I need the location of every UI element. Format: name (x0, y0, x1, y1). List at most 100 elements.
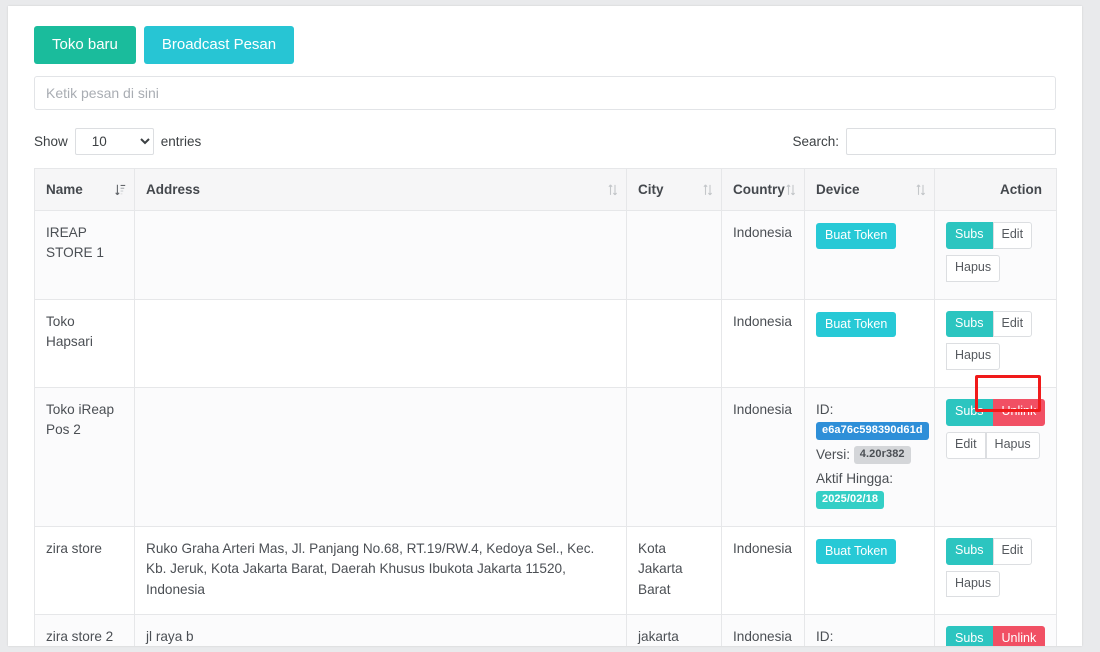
device-version-badge: 4.20r382 (853, 445, 911, 465)
device-id-line: ID: 58a7df42419e43a0 (816, 627, 923, 646)
cell-device: Buat Token (804, 210, 935, 300)
column-header-country[interactable]: Country (721, 168, 805, 211)
subs-button[interactable]: Subs (946, 310, 993, 338)
device-id-line: ID: e6a76c598390d61d (816, 400, 929, 441)
device-active-label: Aktif Hingga: (816, 471, 894, 487)
hapus-group: Hapus (946, 570, 1001, 598)
cell-device: ID: e6a76c598390d61d Versi: 4.20r382 Aktif… (804, 387, 935, 527)
subs-button[interactable]: Subs (946, 222, 993, 249)
stores-card: Toko baru Broadcast Pesan Show 102550100… (8, 6, 1082, 646)
length-control: Show 102550100 entries (34, 128, 201, 155)
cell-name: IREAP STORE 1 (34, 210, 135, 300)
table-header-row: Name Address City Country Device Action (34, 168, 1057, 211)
cell-name: zira store 2 (34, 614, 135, 646)
device-id-badge: e6a76c598390d61d (816, 421, 929, 441)
table-row: IREAP STORE 1 Indonesia Buat Token Subs Edit… (34, 210, 1057, 300)
hapus-button[interactable]: Hapus (946, 254, 1001, 282)
cell-country: Indonesia (721, 614, 805, 646)
cell-name: zira store (34, 525, 135, 616)
buat-token-button[interactable]: Buat Token (816, 538, 897, 565)
subs-unlink-group: Subs Unlink (946, 399, 1046, 426)
hapus-group: Hapus (946, 343, 1001, 370)
cell-action: Subs Edit Hapus (934, 298, 1057, 388)
sort-both-icon (703, 184, 713, 195)
table-head: Name Address City Country Device Action (34, 168, 1057, 211)
cell-device: Buat Token (804, 298, 935, 388)
cell-city (626, 210, 722, 300)
table-row: Toko iReap Pos 2 Indonesia ID: e6a76c59839… (34, 387, 1057, 527)
device-version-label: Versi: (816, 446, 854, 462)
edit-button[interactable]: Edit (946, 431, 986, 459)
hapus-button[interactable]: Hapus (946, 570, 1001, 598)
cell-device: ID: 58a7df42419e43a0Versi: 4.20r382Aktif… (804, 614, 935, 646)
subs-unlink-group: Subs Unlink (946, 626, 1046, 646)
subs-button[interactable]: Subs (946, 399, 993, 426)
device-active-line: Aktif Hingga: 2025/02/18 (816, 469, 923, 510)
search-label: Search: (792, 134, 839, 149)
cell-name: Toko iReap Pos 2 (34, 387, 135, 527)
page-length-select[interactable]: 102550100 (74, 128, 154, 155)
subs-edit-group: Subs Edit (946, 537, 1033, 565)
cell-address (134, 298, 627, 388)
table-body: IREAP STORE 1 Indonesia Buat Token Subs Edit… (34, 210, 1057, 646)
sort-both-icon (608, 184, 618, 195)
sort-both-icon (916, 184, 926, 195)
subs-button[interactable]: Subs (946, 537, 993, 565)
cell-action: SubsUnlinkEditHapus (934, 614, 1057, 646)
cell-city (626, 298, 722, 388)
subs-edit-group: Subs Edit (946, 310, 1033, 338)
top-action-bar: Toko baru Broadcast Pesan (8, 6, 1082, 64)
show-label: Show (34, 134, 68, 149)
cell-action: Subs Edit Hapus (934, 210, 1057, 300)
sort-ascending-icon (115, 184, 126, 195)
cell-address: jl raya b (134, 614, 627, 646)
column-header-name[interactable]: Name (34, 168, 135, 211)
cell-city (626, 387, 722, 527)
table-row: zira store Ruko Graha Arteri Mas, Jl. Pan… (34, 525, 1057, 616)
table-controls: Show 102550100 entries Search: (8, 110, 1082, 155)
hapus-button[interactable]: Hapus (946, 343, 1001, 370)
broadcast-message-input[interactable] (34, 76, 1056, 110)
cell-country: Indonesia (721, 210, 805, 300)
cell-action: SubsUnlinkEditHapus (934, 387, 1057, 527)
unlink-button[interactable]: Unlink (992, 626, 1046, 646)
edit-button[interactable]: Edit (992, 222, 1033, 249)
table-row: zira store 2jl raya bjakarta baratIndone… (34, 614, 1057, 646)
search-control: Search: (792, 128, 1056, 155)
search-input[interactable] (846, 128, 1056, 155)
message-input-wrapper (8, 64, 1082, 110)
buat-token-button[interactable]: Buat Token (816, 311, 897, 337)
device-active-badge: 2025/02/18 (816, 490, 885, 510)
cell-country: Indonesia (721, 387, 805, 527)
hapus-button[interactable]: Hapus (985, 431, 1040, 459)
stores-table: Name Address City Country Device Action … (34, 168, 1057, 646)
cell-device: Buat Token (804, 525, 935, 616)
cell-address: Ruko Graha Arteri Mas, Jl. Panjang No.68… (134, 525, 627, 616)
column-header-device[interactable]: Device (804, 168, 935, 211)
edit-hapus-group: Edit Hapus (946, 431, 1040, 459)
hapus-group: Hapus (946, 254, 1001, 282)
buat-token-button[interactable]: Buat Token (816, 223, 897, 249)
edit-button[interactable]: Edit (992, 310, 1033, 338)
entries-label: entries (160, 134, 202, 149)
table-row: Toko Hapsari Indonesia Buat Token Subs Edit H… (34, 298, 1057, 388)
stores-table-wrapper: Name Address City Country Device Action … (8, 155, 1082, 646)
subs-button[interactable]: Subs (946, 626, 993, 646)
cell-address (134, 210, 627, 300)
edit-button[interactable]: Edit (992, 537, 1033, 565)
device-id-label: ID: (816, 402, 834, 417)
column-header-city[interactable]: City (626, 168, 722, 211)
cell-action: Subs Edit Hapus (934, 525, 1057, 616)
column-header-address[interactable]: Address (134, 168, 627, 211)
sort-both-icon (786, 184, 796, 195)
cell-city: jakarta barat (626, 614, 722, 646)
cell-address (134, 387, 627, 527)
unlink-button[interactable]: Unlink (992, 399, 1046, 426)
cell-name: Toko Hapsari (34, 298, 135, 388)
device-version-line: Versi: 4.20r382 (816, 445, 923, 465)
new-store-button[interactable]: Toko baru (34, 26, 136, 64)
device-id-label: ID: (816, 629, 834, 645)
broadcast-message-button[interactable]: Broadcast Pesan (143, 26, 295, 64)
cell-country: Indonesia (721, 298, 805, 388)
column-header-action: Action (934, 168, 1057, 211)
